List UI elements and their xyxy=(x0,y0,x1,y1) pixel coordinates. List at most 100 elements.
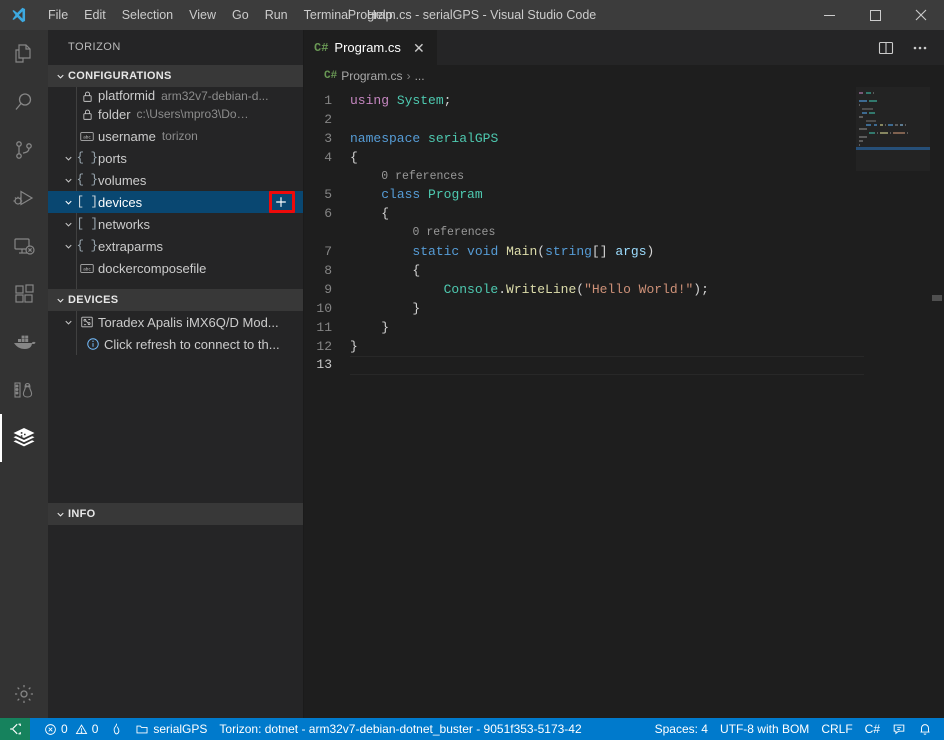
section-header-info[interactable]: INFO xyxy=(48,503,303,525)
tree-row-platformid[interactable]: platformid arm32v7-debian-d... xyxy=(48,87,303,103)
split-editor-icon[interactable] xyxy=(872,34,900,62)
more-actions-icon[interactable] xyxy=(906,34,934,62)
search-icon[interactable] xyxy=(0,78,48,126)
tree-row-ports[interactable]: { } ports xyxy=(48,147,303,169)
menu-go[interactable]: Go xyxy=(224,0,257,30)
status-feedback[interactable] xyxy=(886,718,912,740)
chevron-down-icon[interactable] xyxy=(60,219,76,230)
code-line: 12} xyxy=(304,337,944,356)
minimize-button[interactable] xyxy=(806,0,852,30)
abc-icon: abc xyxy=(76,131,98,142)
status-eol-label: CRLF xyxy=(821,722,853,736)
status-notifications[interactable] xyxy=(912,718,938,740)
tree-row-toradex-device[interactable]: Toradex Apalis iMX6Q/D Mod... xyxy=(48,311,303,333)
editor-vertical-scrollbar[interactable] xyxy=(930,87,944,718)
status-error-count: 0 xyxy=(61,722,68,736)
tab-label: Program.cs xyxy=(334,40,401,55)
remote-connection-icon[interactable] xyxy=(0,718,30,740)
tab-program-cs[interactable]: C# Program.cs ✕ xyxy=(304,30,438,65)
line-number: 6 xyxy=(324,206,332,222)
menu-help[interactable]: Help xyxy=(359,0,401,30)
status-language-mode[interactable]: C# xyxy=(859,718,886,740)
docker-whale-icon[interactable] xyxy=(0,318,48,366)
code-line: 5 class Program xyxy=(304,185,944,204)
code-text: class Program xyxy=(381,187,483,203)
status-encoding-label: UTF-8 with BOM xyxy=(719,722,810,736)
maximize-button[interactable] xyxy=(852,0,898,30)
status-encoding[interactable]: UTF-8 with BOM xyxy=(714,718,815,740)
add-icon[interactable] xyxy=(273,194,289,210)
gear-icon[interactable] xyxy=(0,670,48,718)
menu-selection[interactable]: Selection xyxy=(114,0,181,30)
section-header-devices[interactable]: DEVICES xyxy=(48,289,303,311)
code-line: 9 Console.WriteLine("Hello World!"); xyxy=(304,280,944,299)
codelens-references[interactable]: 0 references xyxy=(381,170,464,183)
lock-icon xyxy=(76,90,98,103)
braces-icon: { } xyxy=(76,173,98,187)
chevron-down-icon[interactable] xyxy=(60,197,76,208)
status-eol[interactable]: CRLF xyxy=(815,718,858,740)
status-indentation[interactable]: Spaces: 4 xyxy=(649,718,714,740)
activity-bar xyxy=(0,30,48,718)
minimap-slider[interactable] xyxy=(856,87,930,171)
tree-label-networks: networks xyxy=(98,216,151,232)
codelens-references[interactable]: 0 references xyxy=(413,226,496,239)
close-button[interactable] xyxy=(898,0,944,30)
feedback-tweet-icon xyxy=(893,724,905,735)
run-and-debug-icon[interactable] xyxy=(0,174,48,222)
menu-edit[interactable]: Edit xyxy=(76,0,114,30)
code-line: 3 namespace serialGPS xyxy=(304,129,944,148)
linux-tux-icon[interactable] xyxy=(0,366,48,414)
extensions-icon[interactable] xyxy=(0,270,48,318)
code-text: } xyxy=(350,319,390,335)
code-editor[interactable]: 1 using System; 2 3 namespace serialGPS 4{0 r… xyxy=(304,87,944,718)
tree-row-dockercomposefile[interactable]: abc dockercomposefile xyxy=(48,257,303,279)
line-number: 7 xyxy=(324,244,332,260)
remote-explorer-icon[interactable] xyxy=(0,222,48,270)
status-project-label: serialGPS xyxy=(153,722,208,736)
bell-icon xyxy=(920,724,930,735)
flame-icon xyxy=(114,723,120,735)
tree-row-networks[interactable]: [ ] networks xyxy=(48,213,303,235)
line-number: 10 xyxy=(316,300,332,316)
scrollbar-thumb[interactable] xyxy=(932,295,942,301)
source-control-icon[interactable] xyxy=(0,126,48,174)
folder-icon xyxy=(136,725,148,733)
section-header-configurations[interactable]: CONFIGURATIONS xyxy=(48,65,303,87)
line-number: 5 xyxy=(324,187,332,203)
menu-terminal[interactable]: Terminal xyxy=(296,0,359,30)
tree-row-volumes[interactable]: { } volumes xyxy=(48,169,303,191)
sidebar: TORIZON CONFIGURATIONS platformid arm32v… xyxy=(48,30,304,718)
status-problems[interactable]: 0 0 xyxy=(38,718,104,740)
code-text: { xyxy=(350,206,390,222)
torizon-layers-icon[interactable] xyxy=(0,414,48,462)
code-text: { xyxy=(350,262,421,278)
status-torizon-config[interactable]: Torizon: dotnet - arm32v7-debian-dotnet_… xyxy=(213,718,587,740)
tree-row-refresh-hint[interactable]: Click refresh to connect to th... xyxy=(48,333,303,355)
chevron-down-icon[interactable] xyxy=(60,317,76,328)
tree-label-refresh-hint: Click refresh to connect to th... xyxy=(104,336,280,352)
section-label-info: INFO xyxy=(68,508,96,520)
chevron-down-icon[interactable] xyxy=(60,175,76,186)
menu-file[interactable]: File xyxy=(40,0,76,30)
tree-label-username: username xyxy=(98,128,156,144)
status-radon-flame[interactable] xyxy=(104,718,129,740)
chevron-down-icon[interactable] xyxy=(60,153,76,164)
tree-row-folder[interactable]: folder c:\Users\mpro3\Docume... xyxy=(48,103,303,125)
files-explorer-icon[interactable] xyxy=(0,30,48,78)
menu-run[interactable]: Run xyxy=(257,0,296,30)
tree-row-username[interactable]: abc username torizon xyxy=(48,125,303,147)
status-project[interactable]: serialGPS xyxy=(129,718,213,740)
breadcrumb-file[interactable]: Program.cs xyxy=(341,69,402,83)
code-text: { xyxy=(350,149,358,165)
tree-row-devices[interactable]: [ ] devices xyxy=(48,191,303,213)
line-number: 3 xyxy=(324,130,332,146)
close-icon[interactable]: ✕ xyxy=(411,41,427,55)
breadcrumb-trailing[interactable]: ... xyxy=(415,69,425,83)
chevron-down-icon[interactable] xyxy=(60,241,76,252)
minimap[interactable] xyxy=(856,87,930,718)
workbench-body: TORIZON CONFIGURATIONS platformid arm32v… xyxy=(0,30,944,718)
menu-view[interactable]: View xyxy=(181,0,224,30)
braces-icon: { } xyxy=(76,239,98,253)
tree-row-extraparms[interactable]: { } extraparms xyxy=(48,235,303,257)
